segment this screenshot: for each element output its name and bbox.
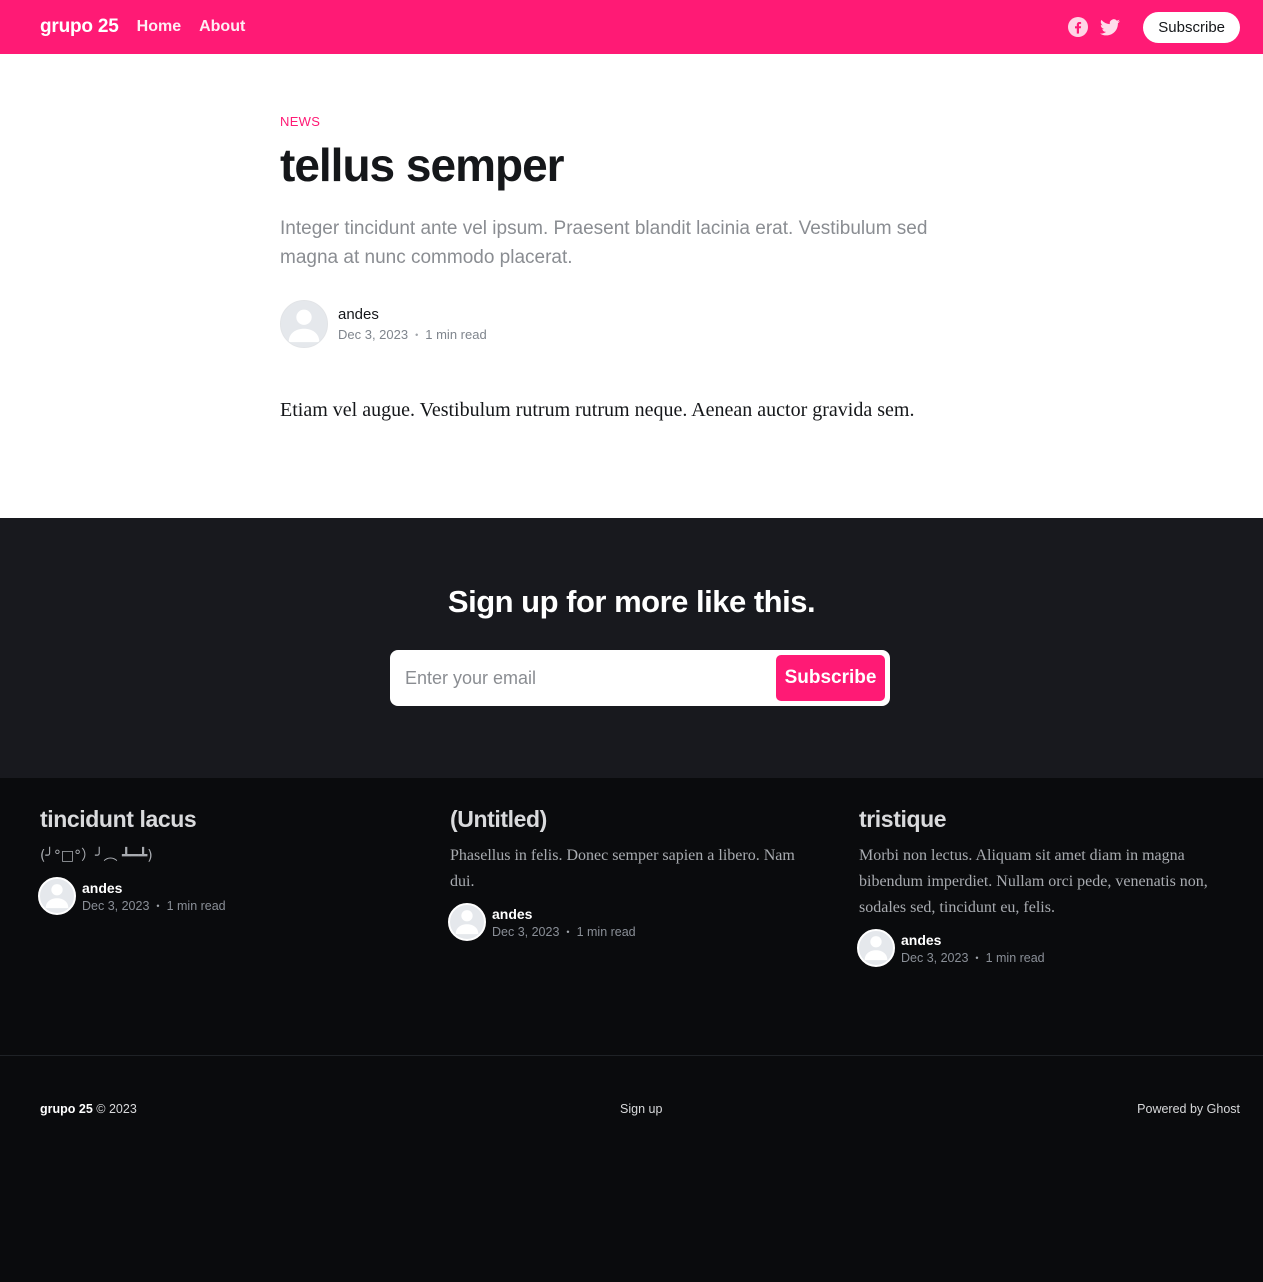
byline-meta: andes Dec 3, 2023 • 1 min read [82,880,226,913]
cta-title: Sign up for more like this. [447,584,816,619]
signup-cta: Sign up for more like this. Subscribe [0,518,1263,778]
meta-separator: • [566,926,570,937]
post-meta: Dec 3, 2023 • 1 min read [338,327,487,342]
author-name-link[interactable]: andes [82,880,226,896]
post-tag-link[interactable]: News [280,114,320,129]
author-avatar-icon[interactable] [448,903,486,941]
nav-link-about[interactable]: About [199,18,245,36]
author-name-link[interactable]: andes [901,932,1045,948]
post-excerpt: Integer tincidunt ante vel ipsum. Praese… [280,218,928,268]
post-date: Dec 3, 2023 [492,924,560,939]
twitter-icon[interactable] [1099,16,1121,38]
primary-nav: Home About [137,18,246,36]
signup-form: Subscribe [390,650,890,706]
meta-separator: • [156,900,160,911]
footer-copyright-text: © 2023 [96,1102,137,1116]
post-meta: Dec 3, 2023 • 1 min read [492,925,636,939]
reading-time: 1 min read [425,327,487,342]
post-body: Etiam vel augue. Vestibulum rutrum rutru… [280,399,915,421]
site-logo-link[interactable]: grupo 25 [40,16,119,38]
footer-signup-link[interactable]: Sign up [620,1102,662,1116]
reading-time: 1 min read [166,898,226,913]
footer-brand: grupo 25 [40,1102,93,1116]
author-avatar-icon[interactable] [38,877,76,915]
related-card-excerpt: (╯°□°）╯︵ ┻━┻) [40,848,153,864]
site-footer: grupo 25 © 2023 Sign up Powered by Ghost [0,1056,1263,1282]
post-meta: Dec 3, 2023 • 1 min read [82,899,226,913]
post-date: Dec 3, 2023 [82,898,150,913]
byline-meta: andes Dec 3, 2023 • 1 min read [901,932,1045,965]
byline-meta: andes Dec 3, 2023 • 1 min read [338,306,487,342]
author-name-link[interactable]: andes [338,306,487,323]
post-date: Dec 3, 2023 [338,327,409,342]
meta-separator: • [975,952,979,963]
email-input[interactable] [395,655,776,701]
related-card-title[interactable]: tristique [859,806,1239,833]
related-card[interactable]: tincidunt lacus (╯°□°）╯︵ ┻━┻) andes Dec … [38,806,420,915]
related-card-byline: andes Dec 3, 2023 • 1 min read [38,877,420,915]
related-card-excerpt: Phasellus in felis. Donec semper sapien … [450,847,795,890]
site-header: grupo 25 Home About Subscribe [0,0,1263,54]
related-card[interactable]: tristique Morbi non lectus. Aliquam sit … [857,806,1239,967]
header-actions: Subscribe [1067,11,1240,43]
related-card-title[interactable]: tincidunt lacus [40,806,420,833]
post-meta: Dec 3, 2023 • 1 min read [901,951,1045,965]
reading-time: 1 min read [985,950,1045,965]
meta-separator: • [415,329,419,340]
byline-meta: andes Dec 3, 2023 • 1 min read [492,906,636,939]
powered-by-link[interactable]: Powered by Ghost [1137,1102,1240,1116]
author-name-link[interactable]: andes [492,906,636,922]
post-title: tellus semper [280,139,565,191]
post-date: Dec 3, 2023 [901,950,969,965]
author-avatar-icon[interactable] [857,929,895,967]
related-card[interactable]: (Untitled) Phasellus in felis. Donec sem… [448,806,830,941]
footer-copyright: grupo 25 © 2023 [40,1102,137,1116]
related-card-byline: andes Dec 3, 2023 • 1 min read [448,903,830,941]
related-card-excerpt: Morbi non lectus. Aliquam sit amet diam … [859,847,1208,916]
related-card-byline: andes Dec 3, 2023 • 1 min read [857,929,1239,967]
author-avatar-icon[interactable] [280,300,328,348]
nav-link-home[interactable]: Home [137,18,181,36]
related-posts: tincidunt lacus (╯°□°）╯︵ ┻━┻) andes Dec … [0,778,1263,1056]
article: News tellus semper Integer tincidunt ant… [0,54,1263,518]
related-card-title[interactable]: (Untitled) [450,806,830,833]
reading-time: 1 min read [576,924,636,939]
cta-subscribe-button[interactable]: Subscribe [776,655,885,701]
facebook-icon[interactable] [1067,16,1089,38]
post-byline: andes Dec 3, 2023 • 1 min read [280,300,487,348]
header-subscribe-button[interactable]: Subscribe [1143,11,1240,43]
